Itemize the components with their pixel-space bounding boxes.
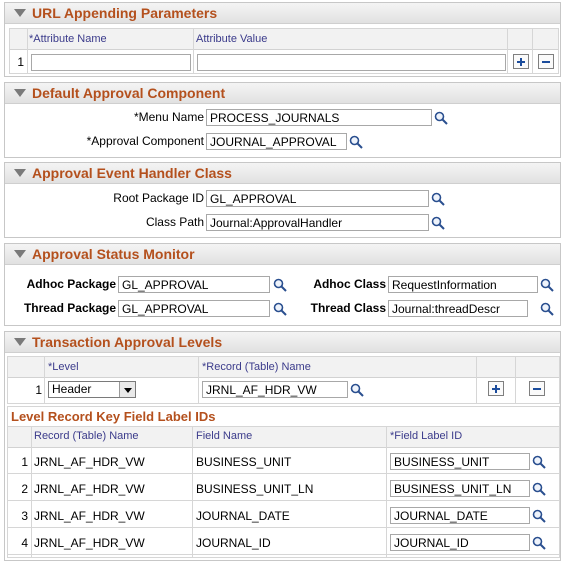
class-path-input[interactable]: Journal:ApprovalHandler <box>206 214 429 231</box>
level-select-value: Header <box>52 382 92 396</box>
col-header-attribute-name: *Attribute Name <box>29 33 107 45</box>
attribute-name-input[interactable] <box>31 54 191 71</box>
thread-class-input[interactable]: Journal:threadDescr <box>388 300 528 317</box>
row-number: 1 <box>17 55 24 69</box>
col-header-field-label-id: *Field Label ID <box>390 430 463 442</box>
menu-name-input[interactable]: PROCESS_JOURNALS <box>206 109 432 126</box>
approval-component-label: *Approval Component <box>86 134 204 148</box>
adhoc-class-label: Adhoc Class <box>313 277 386 291</box>
status-monitor-header: Approval Status Monitor <box>5 244 560 265</box>
add-row-button[interactable] <box>488 381 504 396</box>
section-title: URL Appending Parameters <box>32 5 218 21</box>
event-handler-header: Approval Event Handler Class <box>5 163 560 184</box>
adhoc-class-input[interactable]: RequestInformation <box>388 276 538 293</box>
dropdown-button[interactable] <box>119 382 135 397</box>
levels-grid: *Level *Record (Table) Name 1 Header JRN… <box>7 356 560 404</box>
url-params-grid: *Attribute Name Attribute Value 1 <box>9 28 559 74</box>
row-number: 2 <box>21 482 28 496</box>
row-number: 1 <box>21 455 28 469</box>
record-name-cell: JRNL_AF_HDR_VW <box>34 509 145 523</box>
root-package-label: Root Package ID <box>113 191 204 205</box>
record-name-cell: JRNL_AF_HDR_VW <box>34 536 145 550</box>
row-number: 3 <box>21 509 28 523</box>
thread-class-label: Thread Class <box>310 301 386 315</box>
collapse-triangle-icon[interactable] <box>14 169 26 177</box>
root-package-input[interactable]: GL_APPROVAL <box>206 190 429 207</box>
lookup-search-icon[interactable] <box>434 111 448 125</box>
field-label-id-input[interactable]: BUSINESS_UNIT_LN <box>390 480 530 497</box>
lookup-search-icon[interactable] <box>350 383 364 397</box>
adhoc-package-label: Adhoc Package <box>26 277 116 291</box>
section-title: Approval Status Monitor <box>32 246 195 262</box>
collapse-triangle-icon[interactable] <box>14 89 26 97</box>
lookup-search-icon[interactable] <box>532 536 546 550</box>
section-title: Default Approval Component <box>32 85 226 101</box>
collapse-triangle-icon[interactable] <box>14 250 26 258</box>
thread-package-label: Thread Package <box>23 301 116 315</box>
minus-icon <box>533 388 541 390</box>
approval-levels-section: Transaction Approval Levels *Level *Reco… <box>4 331 561 561</box>
field-label-id-input[interactable]: BUSINESS_UNIT <box>390 453 530 470</box>
record-name-cell: JRNL_AF_HDR_VW <box>34 455 145 469</box>
adhoc-package-input[interactable]: GL_APPROVAL <box>118 276 270 293</box>
collapse-triangle-icon[interactable] <box>14 338 26 346</box>
url-params-section: URL Appending Parameters *Attribute Name… <box>4 2 561 77</box>
approval-levels-header: Transaction Approval Levels <box>5 332 560 353</box>
lookup-search-icon[interactable] <box>532 455 546 469</box>
delete-row-button[interactable] <box>538 54 554 69</box>
lookup-search-icon[interactable] <box>532 482 546 496</box>
attribute-value-input[interactable] <box>197 54 506 71</box>
lookup-search-icon[interactable] <box>349 135 363 149</box>
event-handler-section: Approval Event Handler Class Root Packag… <box>4 162 561 238</box>
approval-component-input[interactable]: JOURNAL_APPROVAL <box>206 133 347 150</box>
field-name-cell: BUSINESS_UNIT_LN <box>196 482 314 496</box>
add-row-button[interactable] <box>513 54 529 69</box>
col-header-record-name: Record (Table) Name <box>34 430 139 442</box>
lookup-search-icon[interactable] <box>273 278 287 292</box>
section-title: Approval Event Handler Class <box>32 165 232 181</box>
lookup-search-icon[interactable] <box>540 302 554 316</box>
key-fields-subsection: Level Record Key Field Label IDs Record … <box>7 406 560 558</box>
row-number: 4 <box>21 536 28 550</box>
chevron-down-icon <box>124 388 132 393</box>
lookup-search-icon[interactable] <box>540 278 554 292</box>
minus-icon <box>542 61 550 63</box>
lookup-search-icon[interactable] <box>431 192 445 206</box>
row-number: 1 <box>35 383 42 397</box>
default-approval-section: Default Approval Component *Menu Name PR… <box>4 82 561 158</box>
lookup-search-icon[interactable] <box>532 509 546 523</box>
class-path-label: Class Path <box>145 215 204 229</box>
field-name-cell: JOURNAL_DATE <box>196 509 290 523</box>
status-monitor-section: Approval Status Monitor Adhoc Package GL… <box>4 243 561 326</box>
field-label-id-input[interactable]: JOURNAL_ID <box>390 534 530 551</box>
record-name-cell: JRNL_AF_HDR_VW <box>34 482 145 496</box>
section-title: Transaction Approval Levels <box>32 334 223 350</box>
field-name-cell: BUSINESS_UNIT <box>196 455 292 469</box>
menu-name-label: *Menu Name <box>133 110 204 124</box>
record-name-input[interactable]: JRNL_AF_HDR_VW <box>202 381 348 398</box>
col-header-attribute-value: Attribute Value <box>196 33 268 45</box>
field-label-id-input[interactable]: JOURNAL_DATE <box>390 507 530 524</box>
default-approval-header: Default Approval Component <box>5 83 560 104</box>
collapse-triangle-icon[interactable] <box>14 9 26 17</box>
thread-package-input[interactable]: GL_APPROVAL <box>118 300 270 317</box>
lookup-search-icon[interactable] <box>431 216 445 230</box>
delete-row-button[interactable] <box>529 381 545 396</box>
lookup-search-icon[interactable] <box>273 302 287 316</box>
url-params-header: URL Appending Parameters <box>5 3 560 24</box>
col-header-level: *Level <box>48 361 79 373</box>
col-header-record-name: *Record (Table) Name <box>202 361 311 373</box>
key-fields-title: Level Record Key Field Label IDs <box>11 409 216 424</box>
col-header-field-name: Field Name <box>196 430 253 442</box>
level-select[interactable]: Header <box>48 381 136 398</box>
field-name-cell: JOURNAL_ID <box>196 536 271 550</box>
